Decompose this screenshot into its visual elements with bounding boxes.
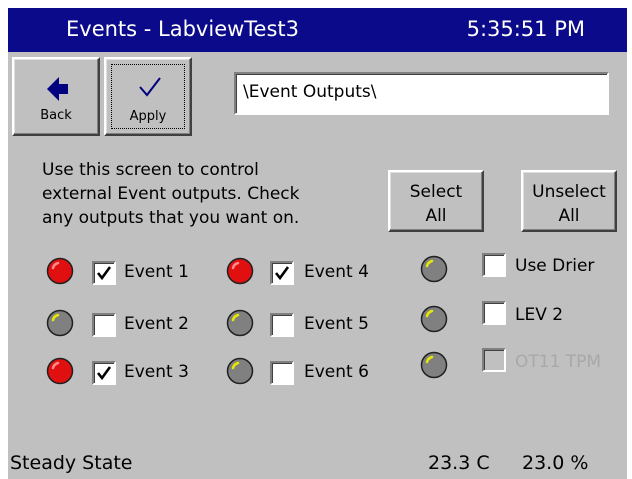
select-all-label-2: All xyxy=(425,206,447,226)
checkmark-icon xyxy=(274,266,290,281)
status-humidity: 23.0 % xyxy=(522,452,589,474)
checkmark-icon xyxy=(139,77,161,97)
event-4-checkbox[interactable] xyxy=(270,261,294,285)
use-drier-led-icon xyxy=(420,255,448,283)
apply-button[interactable]: Apply xyxy=(104,57,192,136)
back-button[interactable]: Back xyxy=(12,57,100,136)
event-2-led-icon xyxy=(46,309,74,337)
event-5-label: Event 5 xyxy=(304,314,369,334)
apply-label: Apply xyxy=(129,109,167,124)
use-drier-checkbox[interactable] xyxy=(482,253,506,277)
clock: 5:35:51 PM xyxy=(466,17,585,41)
app-screen: Events - LabviewTest3 5:35:51 PM Back Ap… xyxy=(8,8,627,479)
status-state: Steady State xyxy=(10,452,133,474)
event-2-checkbox[interactable] xyxy=(92,313,116,337)
instructions-line: Use this screen to control xyxy=(42,160,259,180)
event-3-label: Event 3 xyxy=(124,362,189,382)
event-4-label: Event 4 xyxy=(304,262,369,282)
unselect-all-label-1: Unselect xyxy=(532,182,606,202)
use-drier-label: Use Drier xyxy=(515,256,595,276)
lev-2-checkbox[interactable] xyxy=(482,301,506,325)
ot11-tpm-label: OT11 TPM xyxy=(515,352,602,372)
event-6-checkbox[interactable] xyxy=(270,361,294,385)
window-title: Events - LabviewTest3 xyxy=(66,17,299,41)
event-5-checkbox[interactable] xyxy=(270,313,294,337)
event-5-led-icon xyxy=(226,309,254,337)
instructions-line: any outputs that you want on. xyxy=(42,208,300,228)
event-3-led-icon xyxy=(46,357,74,385)
ot11-tpm-checkbox xyxy=(482,348,506,372)
instructions-line: external Event outputs. Check xyxy=(42,184,300,204)
lev-2-led-icon xyxy=(420,305,448,333)
path-field[interactable]: \Event Outputs\ xyxy=(234,72,609,115)
checkmark-icon xyxy=(96,266,112,281)
event-1-led-icon xyxy=(46,257,74,285)
arrow-left-icon xyxy=(47,77,68,101)
instructions-text: Use this screen to control external Even… xyxy=(42,158,362,230)
event-3-checkbox[interactable] xyxy=(92,361,116,385)
checkmark-icon xyxy=(96,366,112,381)
status-bar: Steady State 23.3 C 23.0 % xyxy=(8,452,627,478)
ot11-tpm-led-icon xyxy=(420,351,448,379)
event-6-led-icon xyxy=(226,357,254,385)
lev-2-label: LEV 2 xyxy=(515,305,564,325)
event-1-label: Event 1 xyxy=(124,262,189,282)
select-all-button[interactable]: Select All xyxy=(388,170,484,232)
event-4-led-icon xyxy=(226,257,254,285)
select-all-label-1: Select xyxy=(409,182,463,202)
event-2-label: Event 2 xyxy=(124,314,189,334)
event-1-checkbox[interactable] xyxy=(92,261,116,285)
unselect-all-button[interactable]: Unselect All xyxy=(521,170,617,232)
status-temperature: 23.3 C xyxy=(428,452,490,474)
title-bar: Events - LabviewTest3 5:35:51 PM xyxy=(8,8,627,52)
back-label: Back xyxy=(40,108,72,123)
event-6-label: Event 6 xyxy=(304,362,369,382)
unselect-all-label-2: All xyxy=(558,206,580,226)
